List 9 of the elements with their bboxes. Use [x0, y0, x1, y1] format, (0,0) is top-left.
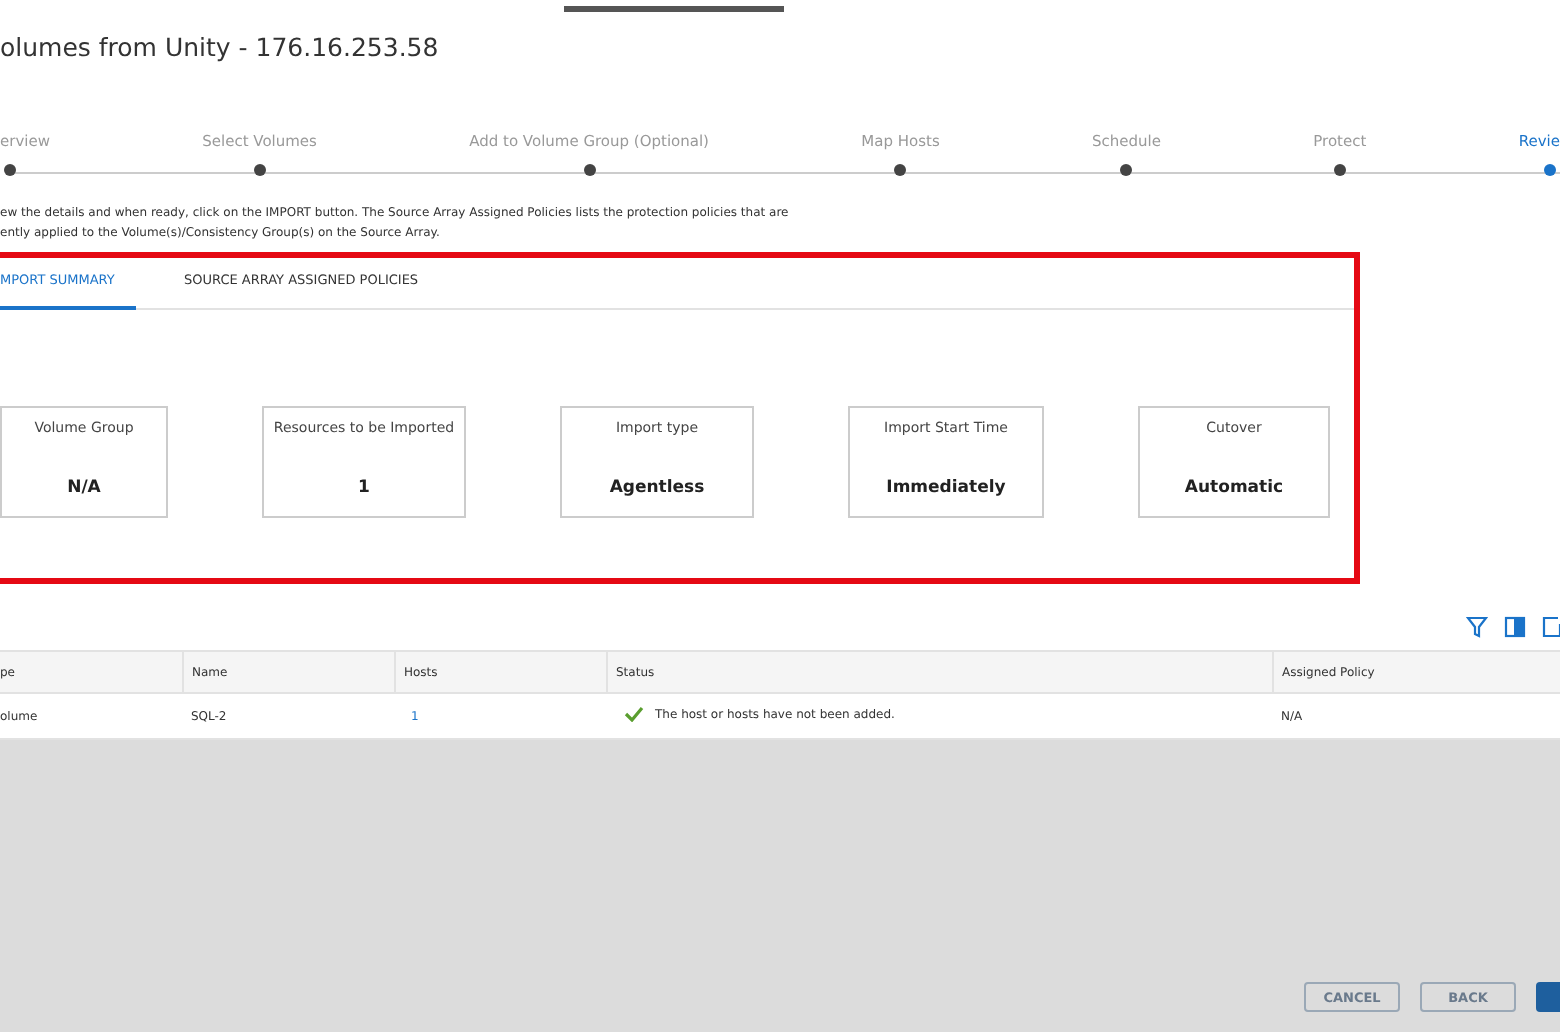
card-value: Automatic: [1184, 478, 1284, 498]
window-title: olumes from Unity - 176.16.253.58: [0, 32, 439, 66]
card-value: Agentless: [609, 478, 705, 498]
filter-icon[interactable]: [1466, 615, 1488, 637]
card-value: 1: [358, 478, 370, 498]
export-icon[interactable]: [1542, 615, 1560, 637]
columns-icon[interactable]: [1504, 615, 1526, 637]
card-value: Immediately: [886, 478, 1006, 498]
card-value: N/A: [67, 478, 101, 498]
